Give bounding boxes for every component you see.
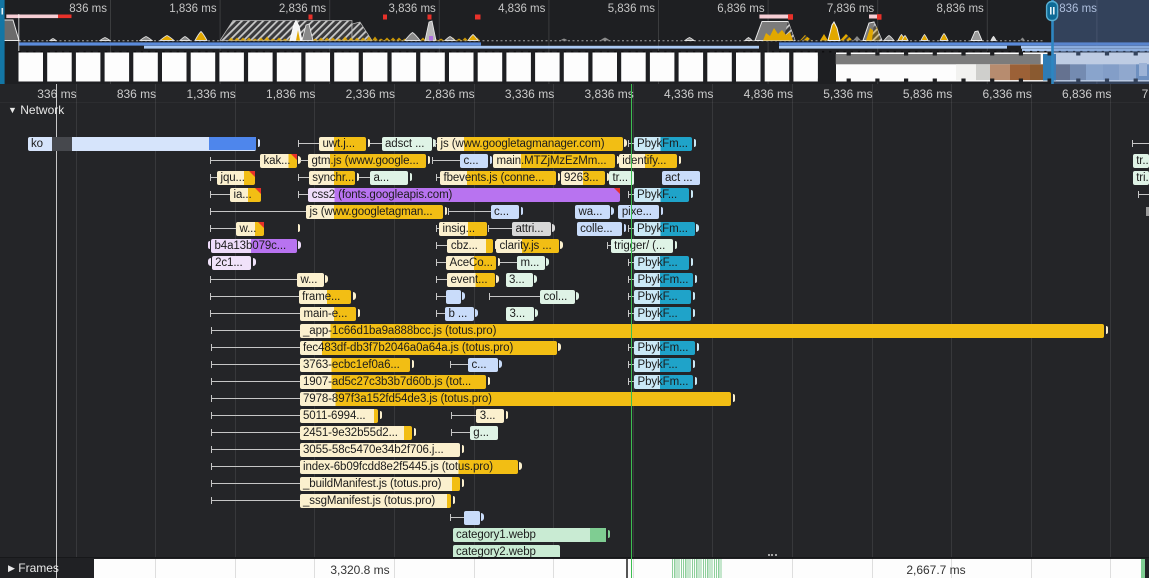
svg-text:,836 ms: ,836 ms [1056,3,1097,15]
svg-text:5,836 ms: 5,836 ms [608,3,656,15]
svg-text:2,836 ms: 2,836 ms [279,3,327,15]
svg-text:1,836 ms: 1,836 ms [169,3,217,15]
svg-text:8,836 ms: 8,836 ms [936,3,984,15]
svg-text:6,836 ms: 6,836 ms [717,3,765,15]
svg-text:836 ms: 836 ms [69,3,107,15]
svg-text:3,836 ms: 3,836 ms [388,3,436,15]
svg-text:7,836 ms: 7,836 ms [827,3,875,15]
svg-text:4,836 ms: 4,836 ms [498,3,546,15]
